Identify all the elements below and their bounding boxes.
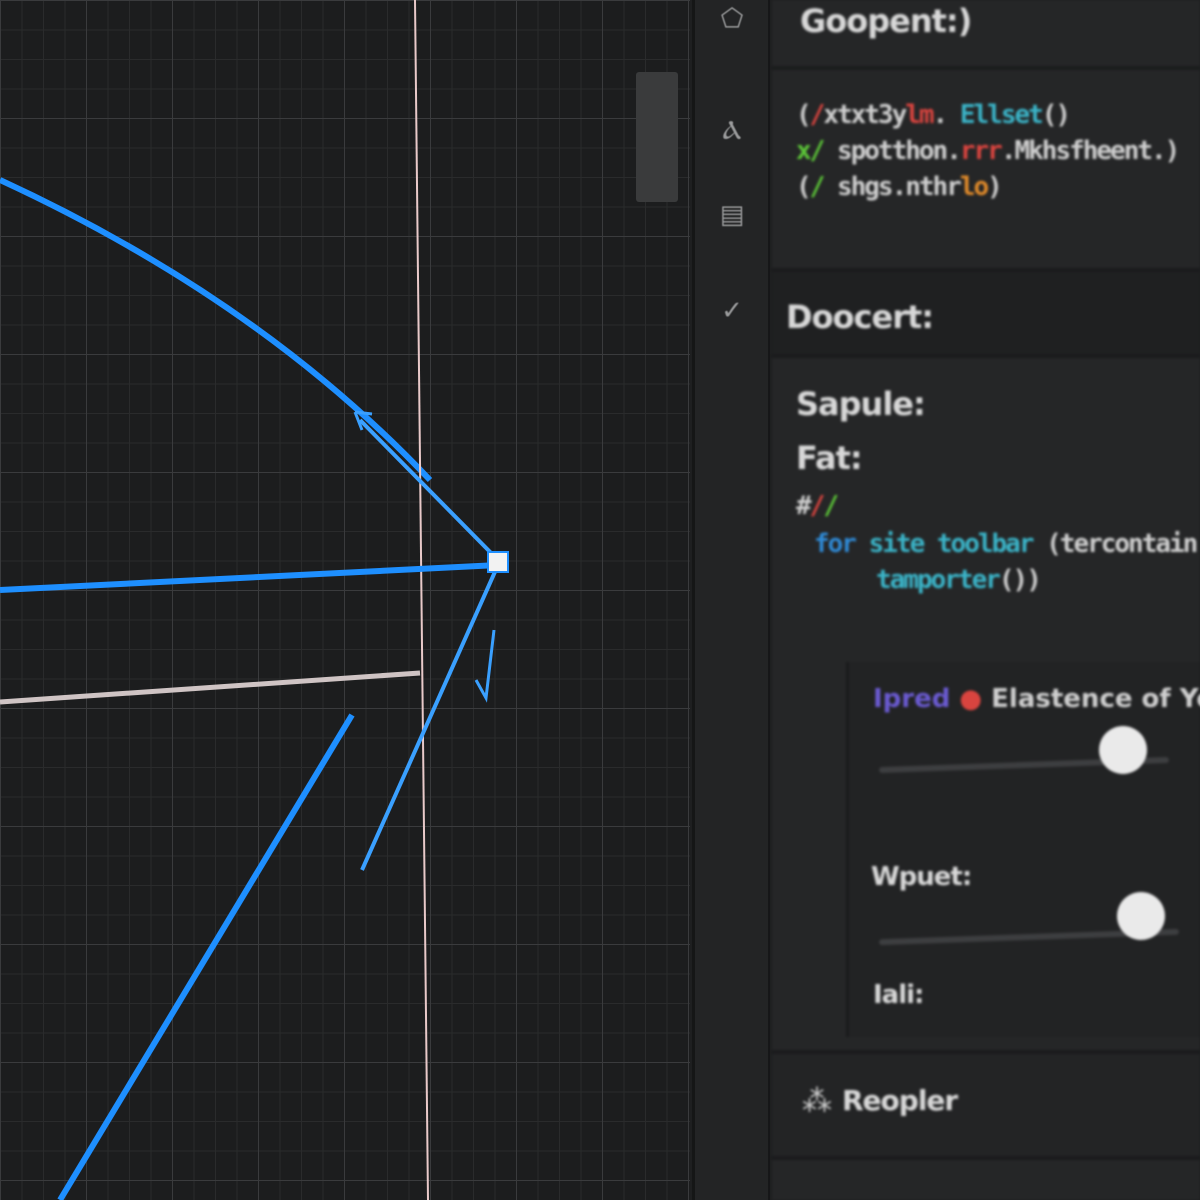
controls-card: Ipred ● Elastence of Yeat Wpuet: Iali: <box>846 662 1200 1037</box>
slider-1-knob[interactable] <box>1099 726 1147 774</box>
input-row[interactable]: Ipred ● Elastence of Yeat <box>873 684 1200 714</box>
code-token: / <box>823 491 839 521</box>
text-tool-icon[interactable]: Ⲁ <box>713 112 751 150</box>
code-token: # <box>796 491 812 521</box>
code-token: ) <box>987 172 1003 202</box>
properties-section: Sapule: Fat: #// for site toolbar (terco… <box>796 385 1200 595</box>
handle-line[interactable] <box>358 418 500 562</box>
code-token: . <box>932 100 949 130</box>
footer-section[interactable]: ⁂ Reopler <box>772 1050 1200 1160</box>
code-token: x/ <box>796 136 825 166</box>
code-token: / <box>809 100 826 130</box>
code-token: (tercontain <box>1046 529 1198 559</box>
code-token: Ellset <box>959 100 1044 130</box>
code-token: lm <box>905 100 934 130</box>
check-icon[interactable]: ✓ <box>713 292 751 330</box>
guide-line-vertical <box>414 0 429 1200</box>
grid-icon: ⁂ <box>802 1084 832 1119</box>
code-token: / <box>809 172 826 202</box>
input-text: Elastence of Yeat <box>991 684 1200 714</box>
tool-sidebar: ⬠ Ⲁ ▤ ✓ <box>692 0 770 1200</box>
document-title: Doocert: <box>786 298 934 336</box>
vector-paths <box>0 0 509 1200</box>
code-token: lo <box>959 172 989 202</box>
arrow-head-icon <box>474 629 496 703</box>
code-token: () <box>1041 100 1071 130</box>
document-section-header[interactable]: Doocert: <box>772 268 1200 358</box>
drawing-canvas[interactable] <box>0 0 690 1200</box>
code-token: ()) <box>998 565 1042 595</box>
wpuet-label: Wpuet: <box>871 862 972 892</box>
code-token: / <box>809 491 826 521</box>
code-line: (/ shgs.nthrlo) <box>796 172 1200 202</box>
code-line: (/xtxt3ylm. Ellset() <box>796 100 1200 130</box>
code-token: tamporter <box>876 565 1001 595</box>
code-token: .Mkhsfheent.) <box>1000 136 1180 166</box>
code-token: ( <box>796 100 812 130</box>
code-token: xtxt3y <box>823 100 907 130</box>
anchor-point[interactable] <box>487 551 509 573</box>
input-tag: Ipred <box>873 684 951 714</box>
sample-label: Sapule: <box>796 385 926 423</box>
panel-header: Goopent:) <box>772 0 1200 70</box>
scrollbar-thumb[interactable] <box>636 72 678 202</box>
code-block: (/xtxt3ylm. Ellset() x/ spotthon.rrr.Mkh… <box>796 100 1200 202</box>
fat-label: Fat: <box>796 439 863 477</box>
footer-title: Reopler <box>842 1084 958 1117</box>
code-token: shgs.nthr <box>836 172 962 202</box>
code-token: ( <box>796 172 812 202</box>
code-token: toolbar <box>936 529 1035 559</box>
layout-icon[interactable]: ▤ <box>713 196 751 234</box>
code-token: for <box>814 529 857 559</box>
tag-icon[interactable]: ⬠ <box>713 0 751 38</box>
handle-line-2[interactable] <box>360 564 500 871</box>
horizontal-path[interactable] <box>0 562 499 593</box>
slider-2-knob[interactable] <box>1117 892 1165 940</box>
code-token: site <box>868 529 926 559</box>
reference-line <box>0 670 421 705</box>
code-token: rrr <box>959 136 1003 166</box>
diagonal-path[interactable] <box>57 713 355 1200</box>
code-token: spotthon. <box>836 136 962 166</box>
properties-panel: Goopent:) (/xtxt3ylm. Ellset() x/ spotth… <box>772 0 1200 1200</box>
iali-label: Iali: <box>873 980 924 1010</box>
arc-path[interactable] <box>0 177 433 483</box>
panel-title: Goopent:) <box>800 2 972 40</box>
code-line: x/ spotthon.rrr.Mkhsfheent.) <box>796 136 1200 166</box>
